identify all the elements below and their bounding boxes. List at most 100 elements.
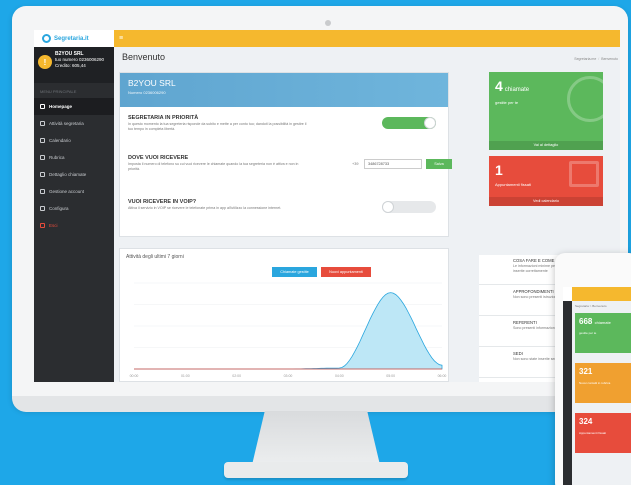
save-button[interactable]: Salva — [426, 159, 452, 169]
priority-toggle[interactable] — [382, 117, 436, 129]
appointments-label: Appuntamenti fissati — [495, 182, 532, 187]
sidebar-item-label: Rubrica — [49, 155, 65, 160]
tablet-contacts-number: 321 — [579, 367, 593, 376]
calls-count: 4 chiamate — [495, 78, 529, 94]
sidebar-item-label: Esci — [49, 223, 58, 228]
tablet-appointments-label: Appuntamenti fissati — [579, 431, 607, 435]
breadcrumb-home[interactable]: Segretaria.me — [574, 57, 596, 61]
logo-text: Segretaria.it — [54, 35, 89, 42]
sidebar-item-attivita[interactable]: Attività segretaria — [34, 115, 114, 132]
company-number: Numero 0236006290 — [128, 90, 166, 95]
logout-icon — [40, 223, 45, 228]
sidebar-item-label: Homepage — [49, 104, 73, 109]
x-tick-label: 03:00 — [284, 374, 293, 378]
x-tick-label: 02:00 — [232, 374, 241, 378]
phone-prefix: +39 — [352, 162, 359, 166]
appointments-count: 1 — [495, 162, 503, 178]
info-title: REFERENTI — [513, 320, 537, 325]
calls-detail-link[interactable]: Vai al dettaglio — [489, 141, 603, 150]
tablet-appointments-number: 324 — [579, 417, 593, 426]
map-pin-icon — [479, 348, 507, 378]
activity-chart-card: Attività degli ultimi 7 giorni Chiamate … — [119, 248, 449, 382]
sidebar: Segretaria.it ! B2YOU SRL tuo numero 023… — [34, 30, 114, 382]
chat-icon — [479, 255, 507, 285]
tablet-screen: Segretaria > Benvenuto 668 chiamate gest… — [563, 287, 631, 485]
tablet-calls-unit: chiamate — [594, 320, 611, 325]
calls-label: gestite per te — [495, 100, 519, 105]
tablet-contacts-label: Nuovi contatti in rubrica — [579, 381, 611, 385]
toggle-knob — [424, 117, 436, 129]
phone-icon — [40, 172, 45, 177]
tablet-sidebar — [563, 287, 572, 485]
breadcrumb: Segretaria.me / Benvenuto — [574, 57, 618, 61]
breadcrumb-current: Benvenuto — [601, 57, 618, 61]
page-title: Benvenuto — [122, 52, 166, 62]
sidebar-item-esci[interactable]: Esci — [34, 217, 114, 234]
phone-field[interactable]: 3486728733 — [364, 159, 422, 169]
top-bar: ≡ — [114, 30, 620, 47]
sidebar-item-dettaglio[interactable]: Dettaglio chiamate — [34, 166, 114, 183]
company-name: B2YOU SRL — [128, 78, 176, 88]
sidebar-item-account[interactable]: Gestione account — [34, 183, 114, 200]
info-title: APPROFONDIMENTI — [513, 289, 554, 294]
tablet-breadcrumb: Segretaria > Benvenuto — [575, 304, 607, 308]
calls-number: 4 — [495, 78, 503, 94]
tablet-calls-label: gestite per te — [579, 331, 597, 335]
tablet-device: Segretaria > Benvenuto 668 chiamate gest… — [555, 253, 631, 485]
x-tick-label: 00:00 — [130, 374, 139, 378]
company-header: B2YOU SRL Numero 0236006290 — [120, 73, 448, 107]
monitor-bezel — [12, 396, 628, 412]
toggle-knob — [382, 201, 394, 213]
logo[interactable]: Segretaria.it — [34, 30, 114, 47]
people-icon — [479, 317, 507, 347]
monitor-stand — [252, 411, 380, 465]
sidebar-item-label: Gestione account — [49, 189, 85, 194]
calls-unit: chiamate — [504, 87, 530, 93]
user-icon — [40, 189, 45, 194]
sidebar-item-label: Configura — [49, 206, 69, 211]
tablet-calls-tile[interactable]: 668 chiamate gestite per te — [575, 313, 631, 353]
tablet-appointments-tile[interactable]: 324 Appuntamenti fissati — [575, 413, 631, 453]
monitor-base — [224, 462, 408, 478]
calls-tile: 4 chiamate gestite per te Vai al dettagli… — [489, 72, 603, 150]
app-screen: Segretaria.it ! B2YOU SRL tuo numero 023… — [34, 30, 620, 382]
x-tick-label: 04:00 — [335, 374, 344, 378]
sidebar-item-homepage[interactable]: Homepage — [34, 98, 114, 115]
priority-desc: In questo momento la tua segreteria risp… — [128, 122, 307, 131]
logo-icon — [42, 34, 51, 43]
gear-icon — [479, 286, 507, 316]
calendar-link[interactable]: Vedi calendario — [489, 197, 603, 206]
voip-toggle[interactable] — [382, 201, 436, 213]
tablet-logo — [563, 287, 572, 301]
phone-circle-icon — [567, 76, 603, 122]
sidebar-item-label: Dettaglio chiamate — [49, 172, 87, 177]
home-icon — [40, 104, 45, 109]
user-credit: Credito: 605,44 — [55, 63, 86, 68]
sidebar-item-label: Calendario — [49, 138, 71, 143]
x-tick-label: 01:00 — [181, 374, 190, 378]
activity-chart: 00:00 01:00 02:00 03:00 04:00 05:00 06:00 — [130, 282, 447, 378]
sidebar-item-rubrica[interactable]: Rubrica — [34, 149, 114, 166]
calendar-icon — [569, 161, 599, 187]
list-icon — [40, 121, 45, 126]
x-tick-label: 06:00 — [438, 374, 447, 378]
menu-toggle-icon[interactable]: ≡ — [119, 35, 126, 42]
avatar[interactable]: ! — [38, 55, 52, 69]
webcam — [325, 20, 331, 26]
x-tick-label: 05:00 — [386, 374, 395, 378]
company-card: B2YOU SRL Numero 0236006290 SEGRETARIA I… — [119, 72, 452, 237]
voip-desc: Attiva il servizio in VOIP se ricevere l… — [128, 206, 282, 210]
tablet-top-bar — [572, 287, 631, 301]
sidebar-item-calendario[interactable]: Calendario — [34, 132, 114, 149]
book-icon — [40, 155, 45, 160]
gear-icon — [40, 206, 45, 211]
forward-desc: Imposta il numero di telefono su cui vuo… — [128, 162, 299, 171]
tablet-contacts-tile[interactable]: 321 Nuovi contatti in rubrica — [575, 363, 631, 403]
appointments-tile: 1 Appuntamenti fissati Vedi calendario — [489, 156, 603, 206]
user-box: ! B2YOU SRL tuo numero 0236006290 Credit… — [34, 47, 114, 83]
series-calls-area — [134, 292, 443, 370]
calendar-icon — [40, 138, 45, 143]
info-title: SEDI — [513, 351, 523, 356]
sidebar-item-label: Attività segretaria — [49, 121, 84, 126]
sidebar-item-configura[interactable]: Configura — [34, 200, 114, 217]
